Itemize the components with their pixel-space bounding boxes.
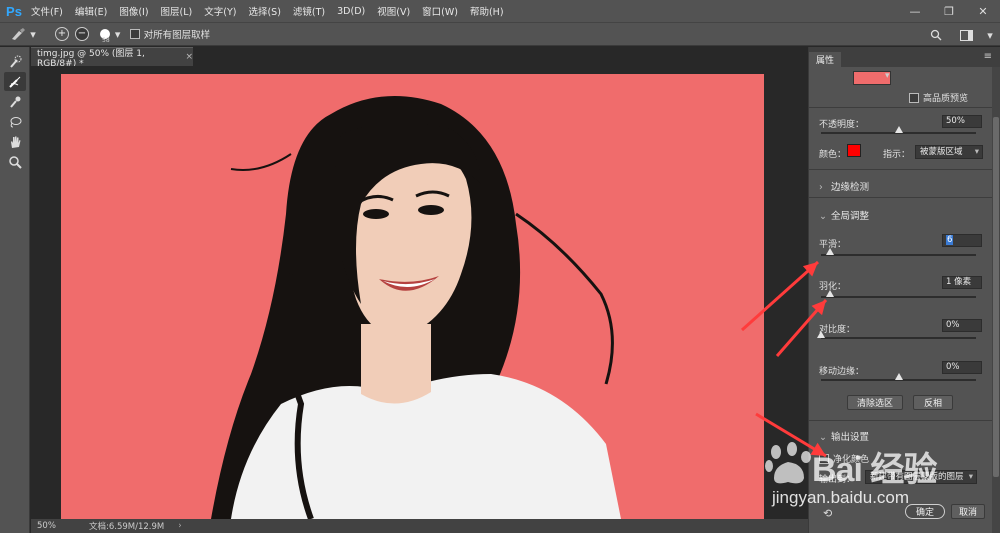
sample-all-layers-checkbox[interactable]: 对所有图层取样 [129, 27, 211, 41]
baidu-paw-icon [765, 442, 811, 484]
shift-edge-slider-thumb[interactable] [894, 373, 903, 380]
divider [809, 420, 992, 421]
brush-size-value: 58 [102, 36, 110, 44]
portrait-photo [211, 96, 621, 519]
opacity-input[interactable]: 50% [942, 115, 982, 128]
chevron-right-icon: › [819, 182, 823, 193]
window-controls: — ❐ ✕ [898, 0, 1000, 22]
feather-input[interactable]: 1 像素 [942, 276, 982, 289]
section-global-refinement[interactable]: ⌄ 全局调整 [819, 208, 869, 222]
options-bar: ▾ + − 58 ▾ 对所有图层取样 ▾ [0, 22, 1000, 46]
invert-button[interactable]: 反相 [913, 395, 953, 410]
menu-3d[interactable]: 3D(D) [331, 6, 371, 17]
brush-tool-icon[interactable] [4, 92, 26, 111]
shift-edge-input[interactable]: 0% [942, 361, 982, 374]
baidu-jingyan-watermark: Bai 经验 jingyan.baidu.com [760, 438, 950, 518]
high-quality-preview-checkbox[interactable]: 高品质预览 [909, 91, 986, 104]
contrast-slider-thumb[interactable] [817, 331, 825, 338]
canvas-area[interactable] [31, 66, 808, 519]
section-edge-detection[interactable]: › 边缘检测 [819, 179, 869, 193]
quick-selection-tool-icon[interactable] [4, 52, 26, 71]
status-bar: 50% 文档:6.59M/12.9M › [31, 519, 808, 533]
photoshop-logo: Ps [6, 3, 22, 19]
chevron-down-icon[interactable]: ▾ [28, 24, 38, 44]
tool-preset-icon[interactable] [8, 24, 28, 44]
watermark-brand: Bai 经验 [812, 451, 937, 489]
cancel-button[interactable]: 取消 [951, 504, 985, 519]
indicate-dropdown[interactable]: 被蒙版区域 ▾ [915, 145, 983, 159]
menu-view[interactable]: 视图(V) [371, 4, 416, 18]
chevron-down-icon: ⌄ [819, 211, 827, 222]
high-quality-preview-label: 高品质预览 [923, 94, 969, 104]
close-document-icon[interactable]: × [185, 52, 193, 62]
properties-scrollbar[interactable] [992, 67, 1000, 533]
smooth-value: 6 [946, 235, 954, 245]
document-image[interactable] [61, 74, 764, 519]
menu-edit[interactable]: 编辑(E) [69, 4, 113, 18]
subtract-from-selection-button[interactable]: − [75, 27, 89, 41]
status-menu-arrow-icon[interactable]: › [178, 521, 181, 531]
feather-slider[interactable] [821, 290, 976, 298]
menu-layer[interactable]: 图层(L) [155, 4, 199, 18]
zoom-level[interactable]: 50% [31, 521, 67, 531]
menu-bar: Ps 文件(F) 编辑(E) 图像(I) 图层(L) 文字(Y) 选择(S) 滤… [0, 0, 1000, 22]
contrast-input[interactable]: 0% [942, 319, 982, 332]
chevron-down-icon: ▾ [974, 147, 979, 157]
scrollbar-thumb[interactable] [993, 117, 999, 477]
hand-tool-icon[interactable] [4, 132, 26, 151]
smooth-slider-thumb[interactable] [826, 248, 835, 255]
sample-all-layers-label: 对所有图层取样 [143, 30, 211, 41]
menu-image[interactable]: 图像(I) [113, 4, 154, 18]
contrast-slider[interactable] [817, 331, 976, 339]
opacity-slider[interactable] [821, 126, 976, 134]
properties-tab-bar: 属性 ≡ [809, 47, 1000, 67]
global-refinement-label: 全局调整 [831, 211, 870, 222]
workspace-icon[interactable] [956, 25, 976, 45]
checkbox-icon[interactable] [909, 92, 919, 103]
shift-edge-slider[interactable] [821, 373, 976, 381]
chevron-down-icon: ▾ [968, 472, 973, 482]
tools-panel [0, 47, 30, 533]
view-mode-chevron-icon[interactable]: ▾ [885, 71, 893, 85]
workspace-chevron-icon[interactable]: ▾ [986, 25, 994, 45]
panel-menu-icon[interactable]: ≡ [984, 51, 992, 62]
checkbox-icon[interactable] [129, 29, 140, 39]
close-button[interactable]: ✕ [966, 0, 1000, 22]
menu-window[interactable]: 窗口(W) [416, 4, 464, 18]
divider [809, 107, 992, 108]
menu-select[interactable]: 选择(S) [242, 4, 286, 18]
menu-type[interactable]: 文字(Y) [198, 4, 242, 18]
menu-file[interactable]: 文件(F) [25, 4, 69, 18]
options-right-group: ▾ [926, 25, 994, 45]
refine-edge-brush-tool-icon[interactable] [4, 72, 26, 91]
edge-detection-label: 边缘检测 [831, 182, 870, 193]
smooth-slider[interactable] [821, 248, 976, 256]
feather-slider-thumb[interactable] [826, 290, 835, 297]
restore-button[interactable]: ❐ [932, 0, 966, 22]
clear-selection-button[interactable]: 清除选区 [847, 395, 903, 410]
minimize-button[interactable]: — [898, 0, 932, 22]
document-info: 文档:6.59M/12.9M [89, 522, 165, 532]
divider [809, 169, 992, 170]
brush-picker-chevron-icon[interactable]: ▾ [114, 24, 122, 44]
lasso-tool-icon[interactable] [4, 112, 26, 131]
watermark-url: jingyan.baidu.com [772, 488, 910, 507]
menu-help[interactable]: 帮助(H) [464, 4, 510, 18]
menu-filter[interactable]: 滤镜(T) [287, 4, 331, 18]
tab-properties[interactable]: 属性 [809, 52, 842, 67]
smooth-input[interactable]: 6 [942, 234, 982, 247]
document-tab[interactable]: timg.jpg @ 50% (图层 1, RGB/8#) * × [31, 47, 193, 69]
search-icon[interactable] [926, 25, 946, 45]
divider [809, 197, 992, 198]
indicate-value: 被蒙版区域 [920, 147, 963, 157]
add-to-selection-button[interactable]: + [55, 27, 69, 41]
color-swatch[interactable] [847, 144, 861, 157]
opacity-slider-thumb[interactable] [894, 126, 903, 133]
zoom-tool-icon[interactable] [4, 152, 26, 171]
